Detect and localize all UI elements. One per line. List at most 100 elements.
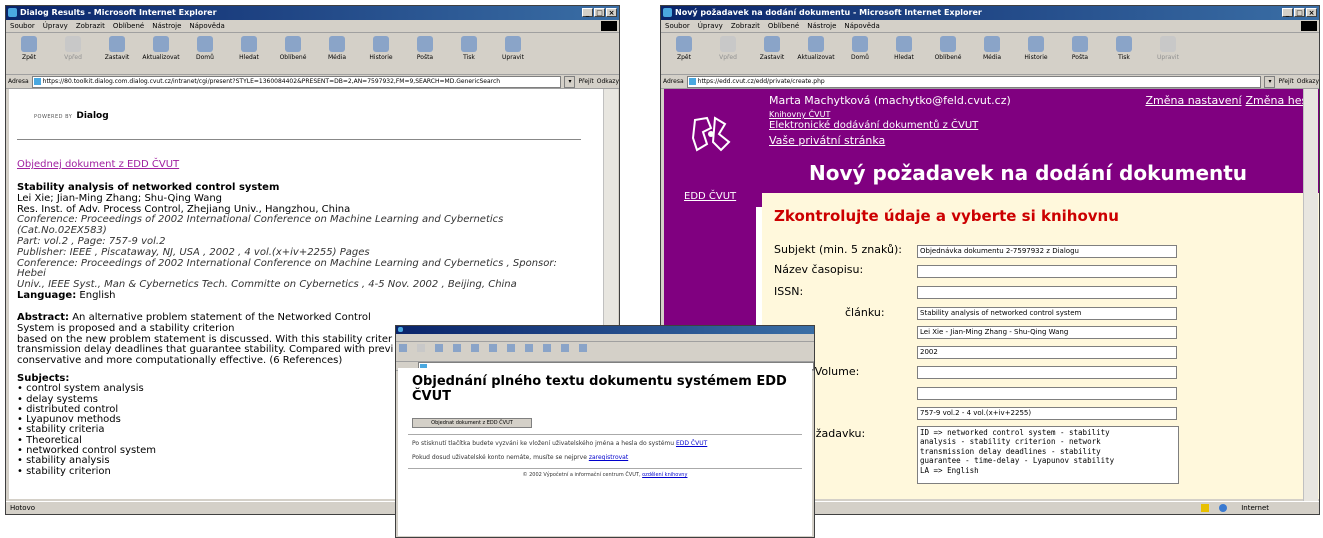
- pages-input[interactable]: 757-9 vol.2 - 4 vol.(x+iv+2255): [917, 407, 1177, 420]
- go-button[interactable]: Přejít: [578, 78, 593, 85]
- menu-view[interactable]: Zobrazit: [76, 20, 105, 32]
- menu-favorites[interactable]: Oblíbené: [113, 20, 144, 32]
- home-button[interactable]: [471, 344, 479, 352]
- history-button[interactable]: Historie: [1016, 36, 1056, 61]
- library-link[interactable]: ozdělení knihovny: [642, 472, 687, 478]
- address-bar: Adresa https://80.toolkit.dialog.com.dia…: [6, 75, 619, 89]
- libraries-link[interactable]: Knihovny ČVUT: [769, 110, 830, 119]
- edd-home-link[interactable]: Elektronické dodávání dokumentů z ČVUT: [769, 120, 978, 131]
- menu-view[interactable]: Zobrazit: [731, 20, 760, 32]
- address-dropdown-icon[interactable]: ▾: [564, 75, 576, 88]
- menu-tools[interactable]: Nástroje: [807, 20, 836, 32]
- order-document-button[interactable]: Objednat dokument z EDD ČVUT: [412, 418, 532, 428]
- stop-button[interactable]: Zastavit: [97, 36, 137, 61]
- media-button[interactable]: Média: [972, 36, 1012, 61]
- menu-file[interactable]: Soubor: [10, 20, 35, 32]
- divider: [17, 139, 581, 140]
- subjects: Subjects: control system analysis delay …: [17, 373, 156, 477]
- refresh-button[interactable]: Aktualizovat: [141, 36, 181, 61]
- toolbar: Zpět Vpřed Zastavit Aktualizovat Domů Hl…: [6, 33, 619, 75]
- menu-help[interactable]: Nápověda: [844, 20, 879, 32]
- favorites-button[interactable]: Oblíbené: [928, 36, 968, 61]
- edd-link[interactable]: EDD ČVUT: [676, 440, 707, 447]
- favorites-icon: [285, 36, 301, 52]
- back-button[interactable]: Zpět: [9, 36, 49, 61]
- mail-button[interactable]: [561, 344, 569, 352]
- settings-link[interactable]: Změna nastavení: [1145, 94, 1241, 107]
- address-input[interactable]: https://edd.cvut.cz/edd/private/create.p…: [686, 75, 1262, 88]
- refresh-button[interactable]: Aktualizovat: [796, 36, 836, 61]
- back-button[interactable]: Zpět: [664, 36, 704, 61]
- article-title-input[interactable]: Stability analysis of networked control …: [917, 307, 1177, 320]
- zone-label: Internet: [1241, 504, 1269, 512]
- mail-button[interactable]: Pošta: [1060, 36, 1100, 61]
- minimize-button[interactable]: _: [582, 8, 593, 17]
- favorites-button[interactable]: Oblíbené: [273, 36, 313, 61]
- home-button[interactable]: Domů: [840, 36, 880, 61]
- subject-input[interactable]: Objednávka dokumentu 2-7597932 z Dialogu: [917, 245, 1177, 258]
- go-button[interactable]: Přejít: [1278, 78, 1293, 85]
- volume-input[interactable]: [917, 366, 1177, 379]
- search-button[interactable]: Hledat: [229, 36, 269, 61]
- media-icon: [329, 36, 345, 52]
- journal-title-input[interactable]: [917, 265, 1177, 278]
- title-bar[interactable]: Nový požadavek na dodání dokumentu - Mic…: [661, 6, 1319, 20]
- subject-label: Subjekt (min. 5 znaků):: [774, 243, 902, 256]
- title-bar[interactable]: Dialog Results - Microsoft Internet Expl…: [6, 6, 619, 20]
- menu-edit[interactable]: Úpravy: [43, 20, 68, 32]
- back-button[interactable]: [399, 344, 407, 352]
- request-note-textarea[interactable]: ID => networked control system - stabili…: [917, 426, 1179, 484]
- media-button[interactable]: Média: [317, 36, 357, 61]
- menu-edit[interactable]: Úpravy: [698, 20, 723, 32]
- address-input[interactable]: https://80.toolkit.dialog.com.dialog.cvu…: [31, 75, 562, 88]
- register-link[interactable]: zaregistrovat: [589, 454, 628, 461]
- forward-button[interactable]: Vpřed: [53, 36, 93, 61]
- menu-favorites[interactable]: Oblíbené: [768, 20, 799, 32]
- footer: © 2002 Výpočetní a informační centrum ČV…: [522, 472, 688, 478]
- edit-button[interactable]: Upravit: [1148, 36, 1188, 61]
- print-button[interactable]: [579, 344, 587, 352]
- issn-input[interactable]: [917, 286, 1177, 299]
- edd-nav-link[interactable]: EDD ČVUT: [684, 191, 736, 202]
- links-label[interactable]: Odkazy: [597, 78, 619, 85]
- address-dropdown-icon[interactable]: ▾: [1264, 75, 1276, 88]
- forward-arrow-icon: [65, 36, 81, 52]
- menu-file[interactable]: Soubor: [665, 20, 690, 32]
- journal-title-label: Název časopisu:: [774, 263, 864, 276]
- edit-button[interactable]: Upravit: [493, 36, 533, 61]
- print-button[interactable]: Tisk: [449, 36, 489, 61]
- stop-button[interactable]: [435, 344, 443, 352]
- media-button[interactable]: [525, 344, 533, 352]
- close-button[interactable]: ×: [1306, 8, 1317, 17]
- history-button[interactable]: [543, 344, 551, 352]
- stop-button[interactable]: Zastavit: [752, 36, 792, 61]
- favorites-button[interactable]: [507, 344, 515, 352]
- private-page-link[interactable]: Vaše privátní stránka: [769, 134, 885, 147]
- issue-input[interactable]: [917, 387, 1177, 400]
- links-label[interactable]: Odkazy: [1297, 78, 1319, 85]
- forward-button[interactable]: [417, 344, 425, 352]
- refresh-button[interactable]: [453, 344, 461, 352]
- vertical-scrollbar[interactable]: [1303, 89, 1318, 501]
- window-title: Nový požadavek na dodání dokumentu - Mic…: [675, 8, 982, 17]
- close-button[interactable]: ×: [606, 8, 617, 17]
- search-button[interactable]: [489, 344, 497, 352]
- home-button[interactable]: Domů: [185, 36, 225, 61]
- minimize-button[interactable]: _: [1282, 8, 1293, 17]
- print-button[interactable]: Tisk: [1104, 36, 1144, 61]
- search-button[interactable]: Hledat: [884, 36, 924, 61]
- mail-icon: [417, 36, 433, 52]
- history-button[interactable]: Historie: [361, 36, 401, 61]
- title-bar[interactable]: [396, 326, 814, 334]
- back-arrow-icon: [21, 36, 37, 52]
- maximize-button[interactable]: □: [1294, 8, 1305, 17]
- forward-button[interactable]: Vpřed: [708, 36, 748, 61]
- menu-tools[interactable]: Nástroje: [152, 20, 181, 32]
- menu-help[interactable]: Nápověda: [189, 20, 224, 32]
- order-document-link[interactable]: Objednej dokument z EDD ČVUT: [17, 159, 179, 170]
- authors-input[interactable]: Lei Xie - Jian-Ming Zhang - Shu-Qing Wan…: [917, 326, 1177, 339]
- year-input[interactable]: 2002: [917, 346, 1177, 359]
- mail-button[interactable]: Pošta: [405, 36, 445, 61]
- maximize-button[interactable]: □: [594, 8, 605, 17]
- login-instructions: Po stisknutí tlačítka budete vyzváni ke …: [412, 440, 708, 447]
